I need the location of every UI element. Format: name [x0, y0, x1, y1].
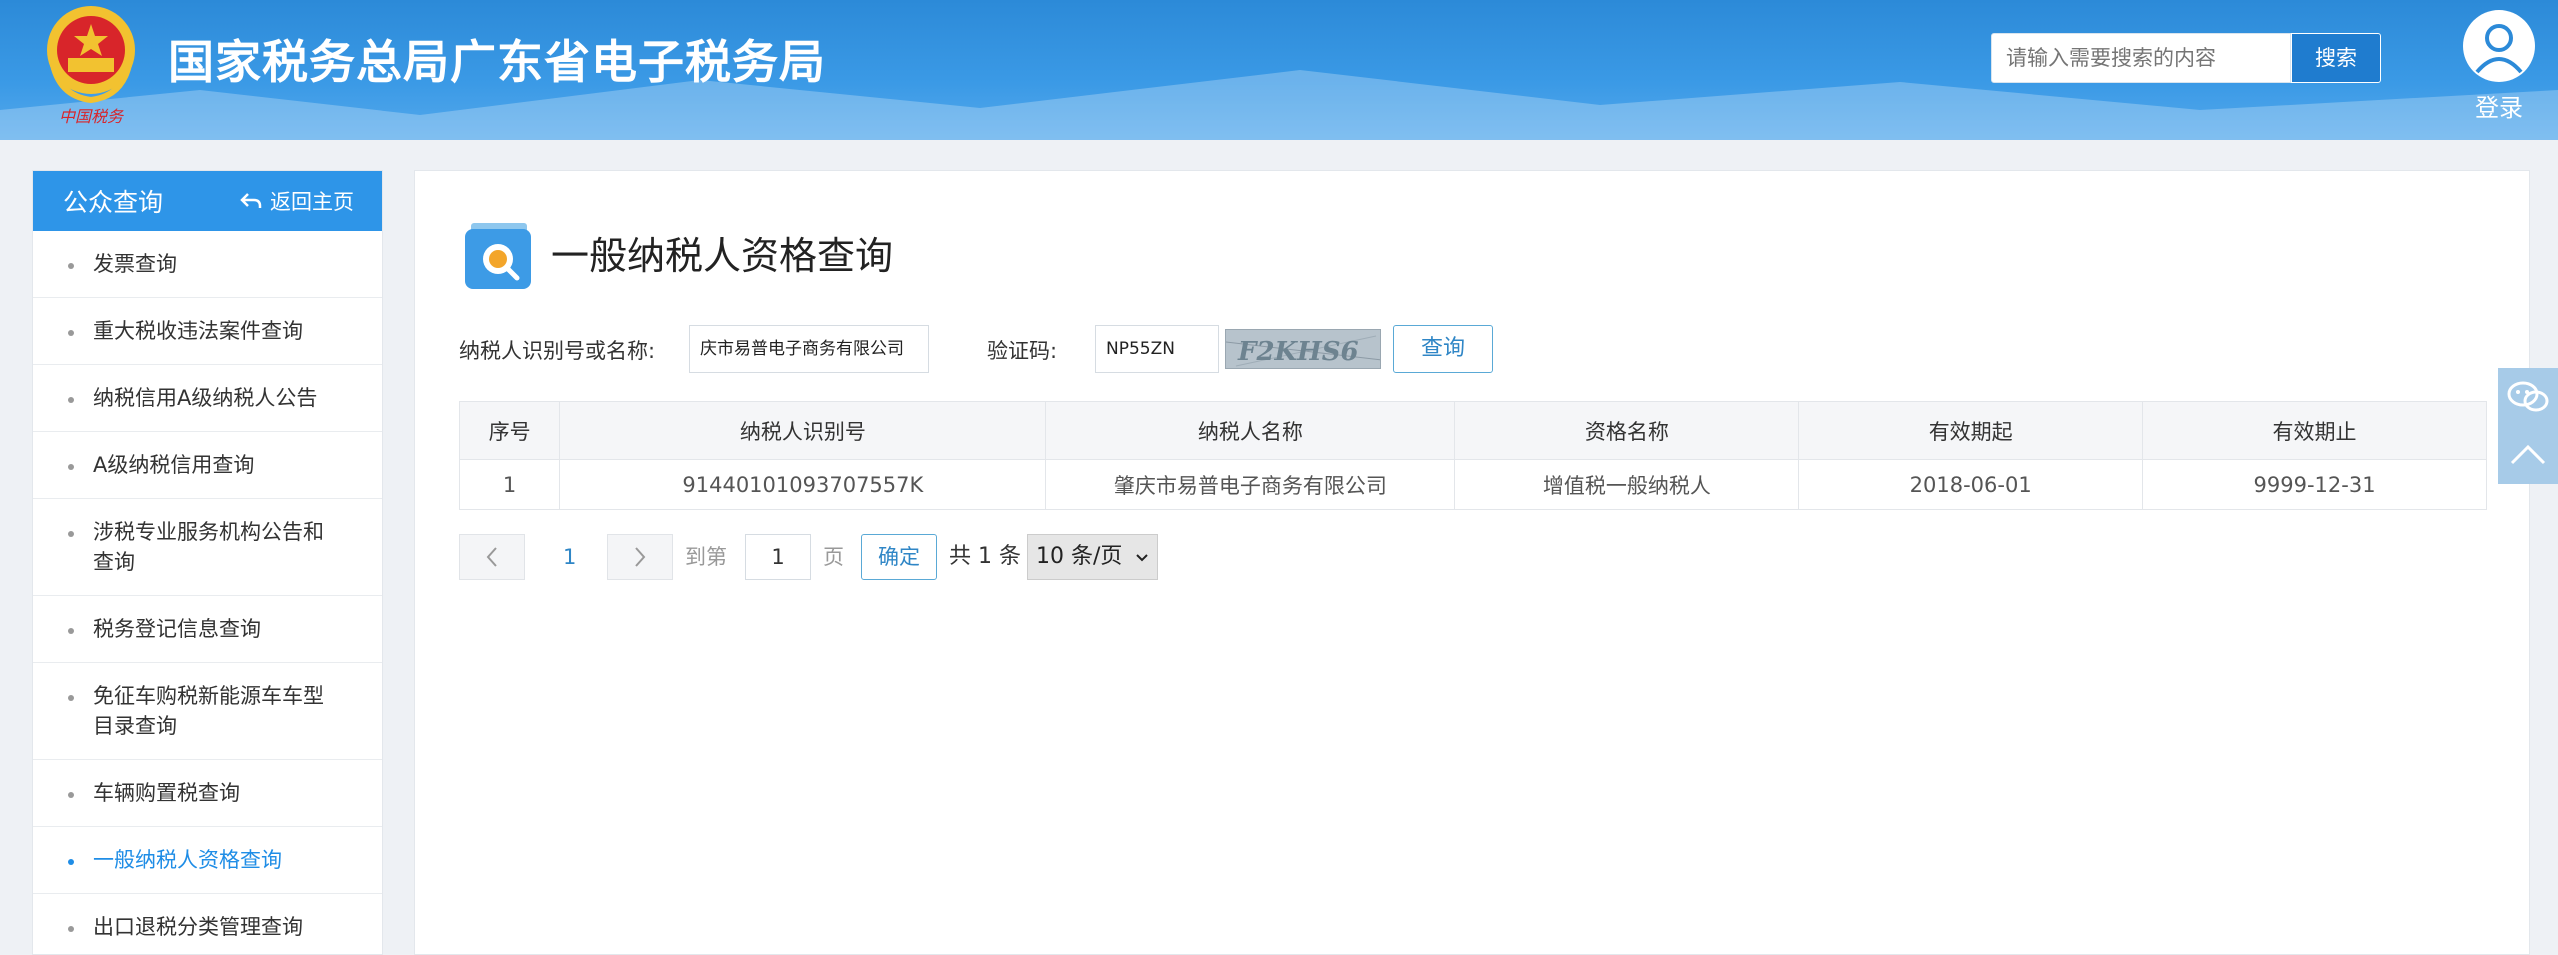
chevron-up-icon [2510, 444, 2546, 465]
captcha-label: 验证码: [987, 339, 1058, 363]
sidebar-item-vehicle-purchase-tax[interactable]: 车辆购置税查询 [33, 760, 382, 827]
sidebar-item-tax-service-agency[interactable]: 涉税专业服务机构公告和查询 [33, 499, 382, 596]
sidebar-item-export-rebate-classification[interactable]: 出口退税分类管理查询 [33, 894, 382, 955]
query-button[interactable]: 查询 [1393, 325, 1493, 373]
sidebar-item-general-taxpayer-qualification[interactable]: 一般纳税人资格查询 [33, 827, 382, 894]
site-header: 中国税务 国家税务总局广东省电子税务局 搜索 登录 [0, 0, 2558, 140]
search-input[interactable] [1991, 33, 2291, 83]
page-number-current[interactable]: 1 [563, 534, 576, 580]
tax-emblem-logo: 中国税务 [47, 6, 135, 126]
main-panel: 一般纳税人资格查询 纳税人识别号或名称: 庆市易普电子商务有限公司 验证码: N… [414, 170, 2530, 955]
page-unit-label: 页 [823, 545, 844, 569]
page-size-value: 10 条/页 [1036, 544, 1123, 569]
goto-page-input[interactable]: 1 [745, 534, 811, 580]
column-header-index: 序号 [458, 401, 561, 460]
sidebar-menu: 发票查询 重大税收违法案件查询 纳税信用A级纳税人公告 A级纳税信用查询 涉税专… [33, 231, 382, 955]
back-to-top-button[interactable] [2498, 426, 2558, 484]
next-page-button[interactable] [607, 534, 673, 580]
cell-qualification: 增值税一般纳税人 [1454, 459, 1800, 510]
result-table: 序号 纳税人识别号 纳税人名称 资格名称 有效期起 有效期止 1 9144010… [458, 401, 2487, 510]
chevron-down-icon [1136, 554, 1149, 562]
chevron-right-icon [635, 547, 646, 567]
search-button[interactable]: 搜索 [2291, 33, 2381, 83]
back-home-label: 返回主页 [270, 190, 354, 214]
column-header-valid-to: 有效期止 [2142, 401, 2487, 460]
wechat-float-button[interactable] [2498, 368, 2558, 426]
sidebar-header: 公众查询 返回主页 [33, 171, 382, 231]
sidebar-item-new-energy-vehicle-catalog[interactable]: 免征车购税新能源车车型目录查询 [33, 663, 382, 760]
page-title: 一般纳税人资格查询 [551, 234, 894, 278]
return-arrow-icon [240, 193, 262, 208]
emblem-caption: 中国税务 [59, 107, 125, 126]
sidebar-item-a-level-credit-query[interactable]: A级纳税信用查询 [33, 432, 382, 499]
login-label: 登录 [2475, 94, 2523, 122]
sidebar: 公众查询 返回主页 发票查询 重大税收违法案件查询 纳税信用A级纳税人公告 A级… [32, 170, 383, 955]
user-avatar-icon [2463, 10, 2535, 82]
cell-taxpayer-name: 肇庆市易普电子商务有限公司 [1045, 459, 1456, 510]
chevron-left-icon [486, 547, 497, 567]
taxpayer-id-label: 纳税人识别号或名称: [459, 339, 656, 363]
search-document-icon [465, 223, 531, 289]
taxpayer-id-input[interactable]: 庆市易普电子商务有限公司 [689, 325, 929, 373]
wechat-icon [2507, 381, 2549, 412]
captcha-input[interactable]: NP55ZN [1095, 325, 1219, 373]
captcha-image[interactable]: F2KHS6 [1225, 329, 1381, 369]
sidebar-item-major-violation-query[interactable]: 重大税收违法案件查询 [33, 298, 382, 365]
goto-confirm-button[interactable]: 确定 [861, 534, 937, 580]
total-count: 共 1 条 [949, 544, 1021, 569]
sidebar-item-invoice-query[interactable]: 发票查询 [33, 231, 382, 298]
column-header-valid-from: 有效期起 [1798, 401, 2144, 460]
captcha-image-text: F2KHS6 [1237, 337, 1359, 367]
sidebar-item-tax-registration-query[interactable]: 税务登记信息查询 [33, 596, 382, 663]
sidebar-item-a-level-announcement[interactable]: 纳税信用A级纳税人公告 [33, 365, 382, 432]
table-header-row: 序号 纳税人识别号 纳税人名称 资格名称 有效期起 有效期止 [458, 401, 2487, 460]
login-button[interactable]: 登录 [2461, 10, 2537, 123]
table-row: 1 91440101093707557K 肇庆市易普电子商务有限公司 增值税一般… [458, 459, 2487, 510]
sidebar-title: 公众查询 [63, 188, 164, 217]
cell-valid-from: 2018-06-01 [1798, 459, 2144, 510]
column-header-taxpayer-id: 纳税人识别号 [559, 401, 1047, 460]
back-home-link[interactable]: 返回主页 [240, 186, 354, 216]
column-header-qualification: 资格名称 [1454, 401, 1800, 460]
pagination: 1 到第 1 页 确定 共 1 条 10 条/页 [415, 534, 1215, 580]
cell-taxpayer-id: 91440101093707557K [559, 459, 1047, 510]
column-header-taxpayer-name: 纳税人名称 [1045, 401, 1456, 460]
site-title: 国家税务总局广东省电子税务局 [168, 35, 826, 89]
prev-page-button[interactable] [459, 534, 525, 580]
page-size-select[interactable]: 10 条/页 [1027, 534, 1159, 580]
goto-label: 到第 [685, 545, 727, 569]
cell-index: 1 [458, 459, 561, 510]
cell-valid-to: 9999-12-31 [2142, 459, 2487, 510]
